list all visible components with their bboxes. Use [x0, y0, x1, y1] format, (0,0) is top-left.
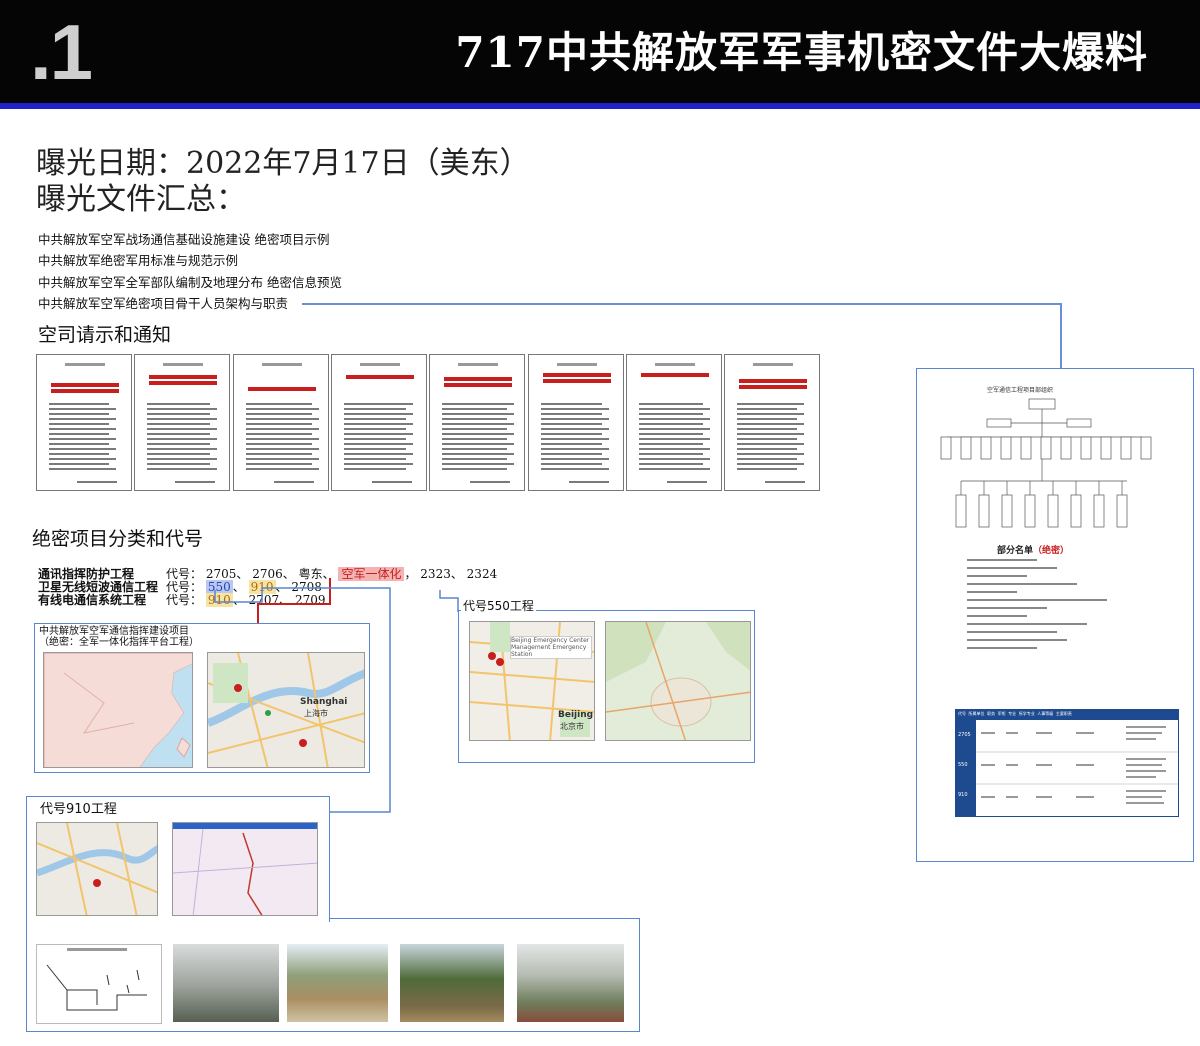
site-sketch-graphic	[46, 948, 147, 1011]
panel-910-map-graphic-2	[173, 823, 317, 915]
label-shanghai: Shanghai	[300, 697, 348, 707]
row-code-2: 550	[958, 762, 968, 768]
panel-910-map-graphic-1	[37, 823, 157, 915]
th: 职务	[987, 711, 996, 716]
org-chart-title: 空军通信工程项目部组织	[987, 387, 1054, 394]
beijing-map-1: Beijing Emergency Center Management Emer…	[469, 621, 595, 741]
panel-910-map-2	[172, 822, 318, 916]
personnel-table: 代号 所属单位 职务 军衔 专业 所学专业 人事等级 主要职责 2705 550…	[955, 709, 1179, 817]
red-connector	[257, 578, 331, 624]
blue-connector-550	[439, 590, 459, 612]
th: 军衔	[997, 711, 1006, 716]
panel-550: 代号550工程 Beijing Emergency Center Managem…	[458, 597, 755, 763]
beijing-map-graphic-2	[606, 622, 750, 740]
row-code-3: 910	[958, 792, 968, 798]
panel-910-bottom	[26, 1031, 640, 1032]
site-sketch	[36, 944, 162, 1024]
panel-910-right	[639, 918, 640, 1032]
panel-910-caption: 代号910工程	[40, 802, 117, 817]
panel-910-left	[26, 920, 27, 1032]
table-headers: 代号 所属单位 职务 军衔 专业 所学专业 人事等级 主要职责	[958, 711, 1178, 717]
label-shanghai-cn: 上海市	[304, 709, 328, 718]
site-photo-3	[400, 944, 504, 1022]
label-beijing: Beijing	[558, 710, 594, 720]
th: 代号	[958, 711, 966, 716]
panel-550-caption: 代号550工程	[461, 597, 536, 614]
name-list	[967, 559, 1107, 649]
label-beijing-cn: 北京市	[560, 722, 584, 731]
site-photo-4	[517, 944, 624, 1022]
row-code-1: 2705	[958, 732, 971, 738]
list-title-line: 部分名单（绝密）	[997, 543, 1069, 556]
th: 所学专业	[1018, 711, 1035, 716]
site-photo-2	[287, 944, 388, 1022]
map-panel-title-2: （绝密：全军一体化指挥平台工程）	[39, 637, 199, 648]
th: 主要职责	[1055, 711, 1072, 716]
th: 专业	[1008, 711, 1017, 716]
org-panel: 空军通信工程项目部组织 部分名单（绝密） 代号 所属单位 职务 军衔 专业 所学…	[916, 368, 1194, 862]
shanghai-map: Shanghai 上海市	[207, 652, 365, 768]
org-chart	[940, 398, 1152, 528]
coast-map-graphic	[44, 653, 192, 767]
th: 所属单位	[968, 711, 985, 716]
beijing-map-2	[605, 621, 751, 741]
list-tag: （绝密）	[1033, 546, 1070, 556]
list-title: 部分名单	[997, 546, 1034, 556]
th: 人事等级	[1037, 711, 1054, 716]
map-marker-label: Beijing Emergency Center Management Emer…	[510, 636, 592, 659]
site-photo-1	[173, 944, 279, 1022]
shanghai-map-graphic	[208, 653, 364, 767]
map-panel-main: 中共解放军空军通信指挥建设项目 （绝密：全军一体化指挥平台工程） Shangha…	[34, 623, 370, 773]
panel-910-rule	[330, 918, 640, 919]
china-coast-map	[43, 652, 193, 768]
panel-910-map-1	[36, 822, 158, 916]
table-body	[976, 726, 1178, 804]
